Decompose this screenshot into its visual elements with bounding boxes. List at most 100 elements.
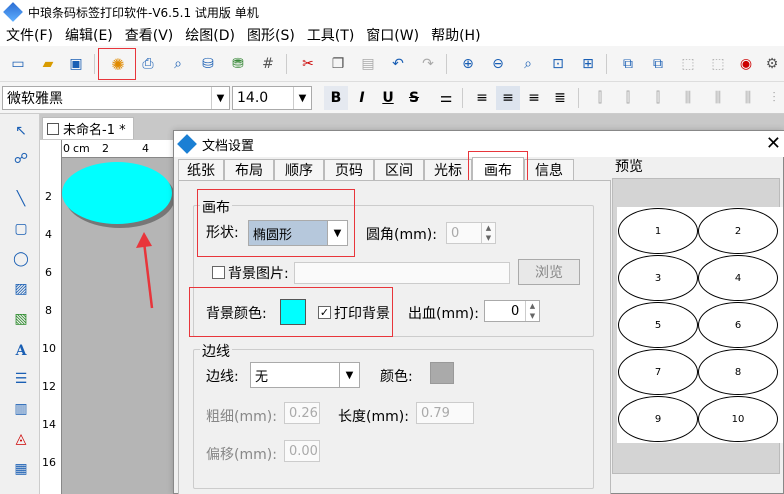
tab-layout[interactable]: 布局 [224, 159, 274, 181]
menu-help[interactable]: 帮助(H) [425, 25, 486, 45]
rectangle-tool-icon[interactable]: ▢ [10, 218, 32, 240]
shape-tool-icon[interactable]: ◬ [10, 428, 32, 450]
border-group-title: 边线 [200, 341, 232, 361]
underline-button[interactable]: U [376, 86, 400, 110]
ungroup-icon[interactable]: ⬚ [706, 52, 730, 76]
bleed-label: 出血(mm): [408, 306, 479, 322]
visibility-icon[interactable]: ◉ [734, 52, 758, 76]
menu-tools[interactable]: 工具(T) [301, 25, 360, 45]
text-tool-icon[interactable]: A [10, 340, 32, 362]
menu-shape[interactable]: 图形(S) [241, 25, 301, 45]
italic-button[interactable]: I [350, 86, 374, 110]
preview-label: 9 [618, 396, 698, 442]
menu-window[interactable]: 窗口(W) [360, 25, 425, 45]
rich-text-tool-icon[interactable]: ☰ [10, 368, 32, 390]
pan-tool-icon[interactable]: ☍ [10, 148, 32, 170]
border-select[interactable]: 无 ▼ [250, 362, 360, 388]
preview-label: 8 [698, 349, 778, 395]
align-objects-middle-icon[interactable]: ⫼ [706, 86, 730, 110]
print-preview-icon[interactable]: ⌕ [166, 52, 190, 76]
picture-tool-icon[interactable]: ▧ [10, 308, 32, 330]
zoom-icon[interactable]: ⌕ [516, 52, 540, 76]
browse-button[interactable]: 浏览 [518, 259, 580, 285]
zoom-in-icon[interactable]: ⊕ [456, 52, 480, 76]
print-icon[interactable]: ⎙ [136, 52, 160, 76]
border-group: 边线 边线: 无 ▼ 颜色: 粗细(mm): 0.26 长度(mm): 0.79… [193, 341, 594, 489]
thickness-input[interactable]: 0.26 [284, 402, 320, 424]
corner-radius-input[interactable]: 0 ▲ ▼ [446, 222, 496, 244]
distribute-icon[interactable]: ⫶ [762, 86, 784, 110]
ellipse-tool-icon[interactable]: ◯ [10, 248, 32, 270]
cut-icon[interactable]: ✂ [296, 52, 320, 76]
text-settings-icon[interactable]: ⚌ [434, 86, 458, 110]
database-icon[interactable]: ⛁ [196, 52, 220, 76]
menu-draw[interactable]: 绘图(D) [179, 25, 241, 45]
app-logo-icon [3, 2, 23, 22]
length-input[interactable]: 0.79 [416, 402, 474, 424]
align-left-icon[interactable]: ≡ [470, 86, 494, 110]
close-icon[interactable]: ✕ [766, 133, 781, 154]
align-objects-bottom-icon[interactable]: ⫼ [736, 86, 760, 110]
bold-button[interactable]: B [324, 86, 348, 110]
save-icon[interactable]: ▣ [64, 52, 88, 76]
settings-icon[interactable]: ⚙ [760, 52, 784, 76]
align-objects-right-icon[interactable]: ⫿ [646, 86, 670, 110]
highlight-settings-box [98, 48, 136, 80]
font-size-select[interactable]: 14.0 ▼ [232, 86, 312, 110]
offset-input[interactable]: 0.00 [284, 440, 320, 462]
chevron-down-icon: ▼ [339, 363, 359, 387]
line-tool-icon[interactable]: ╲ [10, 188, 32, 210]
font-family-select[interactable]: 微软雅黑 ▼ [2, 86, 230, 110]
label-ellipse-shape[interactable] [62, 162, 172, 224]
corner-radius-label: 圆角(mm): [366, 227, 437, 243]
background-image-path[interactable] [294, 262, 510, 284]
main-toolbar: ▭ ▰ ▣ ✺ ⎙ ⌕ ⛁ ⛃ # ✂ ❐ ▤ ↶ ↷ ⊕ ⊖ ⌕ ⊡ ⊞ ⧉ … [0, 46, 784, 82]
tab-page-number[interactable]: 页码 [324, 159, 374, 181]
bleed-input[interactable]: 0 ▲ ▼ [484, 300, 540, 322]
redo-icon[interactable]: ↷ [416, 52, 440, 76]
barcode-tool-icon[interactable]: ▥ [10, 398, 32, 420]
document-tab[interactable]: 未命名-1 * [42, 117, 134, 139]
menu-view[interactable]: 查看(V) [119, 25, 180, 45]
actual-size-icon[interactable]: ⊞ [576, 52, 600, 76]
send-back-icon[interactable]: ⧉ [646, 52, 670, 76]
undo-icon[interactable]: ↶ [386, 52, 410, 76]
fit-page-icon[interactable]: ⊡ [546, 52, 570, 76]
select-tool-icon[interactable]: ↖ [10, 120, 32, 142]
align-center-icon[interactable]: ≡ [496, 86, 520, 110]
qrcode-tool-icon[interactable]: ▦ [10, 458, 32, 480]
preview-label: 7 [618, 349, 698, 395]
menu-edit[interactable]: 编辑(E) [59, 25, 119, 45]
align-justify-icon[interactable]: ≣ [548, 86, 572, 110]
strikethrough-button[interactable]: S [402, 86, 426, 110]
align-objects-center-icon[interactable]: ⫿ [616, 86, 640, 110]
menu-file[interactable]: 文件(F) [0, 25, 59, 45]
align-objects-top-icon[interactable]: ⫼ [676, 86, 700, 110]
align-right-icon[interactable]: ≡ [522, 86, 546, 110]
tab-range[interactable]: 区间 [374, 159, 424, 181]
paste-icon[interactable]: ▤ [356, 52, 380, 76]
document-icon [47, 122, 59, 135]
new-document-icon[interactable]: ▭ [6, 52, 30, 76]
offset-label: 偏移(mm): [206, 447, 277, 463]
grid-icon[interactable]: # [256, 52, 280, 76]
bring-front-icon[interactable]: ⧉ [616, 52, 640, 76]
title-bar: 中琅条码标签打印软件-V6.5.1 试用版 单机 [0, 0, 784, 24]
database-settings-icon[interactable]: ⛃ [226, 52, 250, 76]
spinner-icon: ▲ ▼ [481, 223, 495, 243]
copy-icon[interactable]: ❐ [326, 52, 350, 76]
preview-label: 3 [618, 255, 698, 301]
tab-cursor[interactable]: 光标 [424, 159, 472, 181]
border-color-swatch[interactable] [430, 362, 454, 384]
font-toolbar: 微软雅黑 ▼ 14.0 ▼ B I U S ⚌ ≡ ≡ ≡ ≣ ⫿ ⫿ ⫿ ⫼ … [0, 82, 784, 114]
background-image-checkbox[interactable] [212, 266, 225, 279]
image-tool-icon[interactable]: ▨ [10, 278, 32, 300]
tab-paper[interactable]: 纸张 [178, 159, 224, 181]
tab-order[interactable]: 顺序 [274, 159, 324, 181]
preview-label: 6 [698, 302, 778, 348]
tab-info[interactable]: 信息 [524, 159, 574, 181]
zoom-out-icon[interactable]: ⊖ [486, 52, 510, 76]
open-folder-icon[interactable]: ▰ [36, 52, 60, 76]
group-icon[interactable]: ⬚ [676, 52, 700, 76]
align-objects-left-icon[interactable]: ⫿ [588, 86, 612, 110]
